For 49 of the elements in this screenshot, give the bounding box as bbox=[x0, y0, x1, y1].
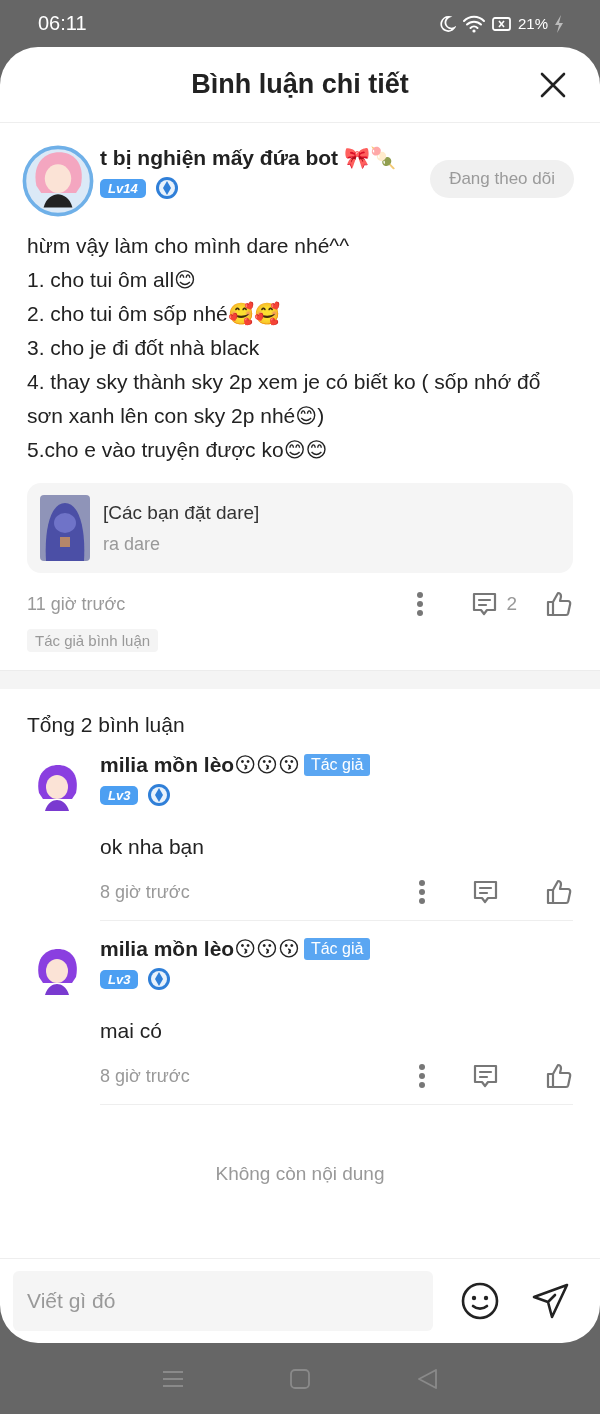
comment-text: 2. cho tui ôm sốp nhé🥰🥰 bbox=[27, 300, 281, 328]
author-badge: Tác giả bbox=[303, 754, 371, 776]
comment-icon[interactable] bbox=[472, 879, 499, 905]
author-badge: Tác giả bbox=[303, 938, 371, 960]
comment-input[interactable]: Viết gì đó bbox=[13, 1271, 433, 1331]
level-badge: Lv3 bbox=[100, 785, 139, 805]
comment-icon[interactable] bbox=[472, 1063, 499, 1089]
end-of-list-text: Không còn nội dung bbox=[214, 1163, 386, 1185]
author-tag: Tác giả bình luận bbox=[27, 629, 159, 652]
story-title: [Các bạn đặt dare] bbox=[103, 501, 260, 524]
comment-icon[interactable] bbox=[471, 591, 499, 617]
battery-saver-icon bbox=[491, 15, 512, 32]
comment-text: hừm vậy làm cho mình dare nhé^^ bbox=[27, 233, 351, 259]
user-name: t bị nghiện mấy đứa bot 🎀🍡 bbox=[100, 146, 397, 170]
timestamp: 8 giờ trước bbox=[100, 881, 191, 903]
diamond-badge-icon bbox=[147, 967, 172, 991]
thumbs-up-icon[interactable] bbox=[545, 1062, 573, 1090]
send-icon[interactable] bbox=[531, 1281, 571, 1321]
diamond-badge-icon bbox=[147, 783, 172, 807]
timestamp: 11 giờ trước bbox=[27, 593, 127, 615]
comment-text: mai có bbox=[100, 1019, 163, 1043]
emoji-icon[interactable] bbox=[460, 1281, 500, 1321]
sheet-title: Bình luận chi tiết bbox=[191, 69, 409, 100]
timestamp: 8 giờ trước bbox=[100, 1065, 191, 1087]
more-icon[interactable] bbox=[416, 591, 425, 617]
comment-text: 4. thay sky thành sky 2p xem je có biết ko ( sốp nhớ đổ sơn xanh lên con sky 2p nhé😊) bbox=[27, 369, 542, 429]
clock-time: 06:11 bbox=[38, 12, 87, 35]
wifi-icon bbox=[461, 14, 486, 33]
comment-text: 1. cho tui ôm all😊 bbox=[27, 267, 197, 293]
more-icon[interactable] bbox=[418, 1063, 426, 1089]
reply-count: 2 bbox=[506, 593, 517, 615]
more-icon[interactable] bbox=[418, 879, 426, 905]
user-name: milia mồn lèo😗😗😗 bbox=[100, 753, 300, 777]
moon-icon bbox=[437, 14, 456, 33]
comment-text: ok nha bạn bbox=[100, 835, 205, 859]
story-card[interactable]: [Các bạn đặt dare] ra dare bbox=[27, 483, 573, 573]
thumbs-up-icon[interactable] bbox=[545, 878, 573, 906]
level-badge: Lv14 bbox=[100, 178, 146, 198]
comment-count: Tổng 2 bình luận bbox=[26, 712, 186, 737]
user-name: milia mồn lèo😗😗😗 bbox=[100, 937, 300, 961]
charging-icon bbox=[554, 14, 564, 33]
comment-text: 3. cho je đi đốt nhà black bbox=[27, 335, 261, 361]
story-subtitle: ra dare bbox=[103, 533, 162, 555]
diamond-badge-icon bbox=[154, 176, 179, 200]
battery-percent: 21% bbox=[517, 15, 548, 32]
thumbs-up-icon[interactable] bbox=[545, 590, 573, 618]
level-badge: Lv3 bbox=[100, 969, 139, 989]
close-icon[interactable] bbox=[540, 72, 566, 98]
comment-text: 5.cho e vào truyện được ko😊😊 bbox=[27, 437, 329, 463]
